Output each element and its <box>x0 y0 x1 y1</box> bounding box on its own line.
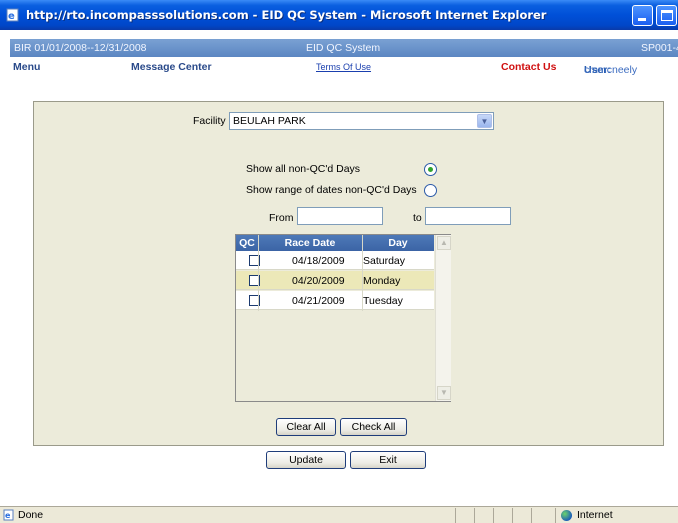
browser-status-bar: e Done Internet <box>0 506 678 523</box>
from-label: From <box>269 212 294 224</box>
column-divider <box>362 235 363 311</box>
terms-of-use-link[interactable]: Terms Of Use <box>316 62 371 72</box>
option-all-radio[interactable] <box>424 163 437 176</box>
column-header-day[interactable]: Day <box>362 237 434 249</box>
to-label: to <box>413 212 422 224</box>
to-date-input[interactable] <box>425 207 511 225</box>
column-header-race-date[interactable]: Race Date <box>258 237 362 249</box>
status-divider <box>493 508 494 523</box>
grid-scrollbar[interactable]: ▲ ▼ <box>435 235 451 401</box>
ie-page-icon: e <box>3 509 14 521</box>
user-name: cmmcneely <box>584 64 638 76</box>
window-title: http://rto.incompasssolutions.com - EID … <box>26 8 547 22</box>
message-center-link[interactable]: Message Center <box>131 61 212 73</box>
menu-link[interactable]: Menu <box>13 61 40 73</box>
status-divider <box>512 508 513 523</box>
exit-button[interactable]: Exit <box>350 451 426 469</box>
status-divider <box>555 508 556 523</box>
facility-value: BEULAH PARK <box>233 115 306 127</box>
day-cell: Monday <box>363 275 401 287</box>
race-date-cell: 04/20/2009 <box>292 275 345 287</box>
app-header-bar: BIR 01/01/2008--12/31/2008 EID QC System… <box>10 39 678 57</box>
update-button[interactable]: Update <box>266 451 346 469</box>
minimize-button[interactable] <box>632 5 653 26</box>
table-row[interactable]: 04/18/2009 Saturday <box>236 251 434 270</box>
race-days-grid: QC Race Date Day 04/18/2009 Saturday 04/… <box>235 234 451 402</box>
option-range-label: Show range of dates non-QC'd Days <box>246 184 417 196</box>
maximize-button[interactable] <box>656 5 677 26</box>
status-divider <box>474 508 475 523</box>
window-title-bar[interactable]: e http://rto.incompasssolutions.com - EI… <box>0 0 678 30</box>
status-divider <box>455 508 456 523</box>
table-row[interactable]: 04/20/2009 Monday <box>236 271 434 290</box>
system-name: EID QC System <box>306 42 381 54</box>
svg-text:e: e <box>5 511 11 520</box>
minimize-icon <box>638 18 646 21</box>
check-all-button[interactable]: Check All <box>340 418 407 436</box>
column-divider <box>258 235 259 311</box>
column-header-qc[interactable]: QC <box>236 237 258 249</box>
page-code: SP001-4 <box>641 42 678 54</box>
security-zone: Internet <box>577 509 613 521</box>
status-divider <box>531 508 532 523</box>
day-cell: Tuesday <box>363 295 403 307</box>
option-range-radio[interactable] <box>424 184 437 197</box>
facility-label: Facility <box>193 115 226 127</box>
season-date-range: BIR 01/01/2008--12/31/2008 <box>14 42 147 54</box>
from-date-input[interactable] <box>297 207 383 225</box>
day-cell: Saturday <box>363 255 406 267</box>
facility-select[interactable]: BEULAH PARK ▼ <box>229 112 494 130</box>
globe-icon <box>561 510 572 521</box>
top-menu: Menu Message Center Terms Of Use Contact… <box>10 58 678 76</box>
contact-us-link[interactable]: Contact Us <box>501 61 556 73</box>
clear-all-button[interactable]: Clear All <box>276 418 336 436</box>
chevron-down-icon[interactable]: ▼ <box>477 114 492 128</box>
scroll-up-icon[interactable]: ▲ <box>437 236 451 250</box>
status-text: Done <box>18 509 44 521</box>
maximize-icon <box>661 10 673 21</box>
option-all-label: Show all non-QC'd Days <box>246 163 361 175</box>
scroll-down-icon[interactable]: ▼ <box>437 386 451 400</box>
svg-text:e: e <box>8 11 15 22</box>
race-date-cell: 04/21/2009 <box>292 295 345 307</box>
race-date-cell: 04/18/2009 <box>292 255 345 267</box>
table-row[interactable]: 04/21/2009 Tuesday <box>236 291 434 310</box>
grid-header: QC Race Date Day <box>236 235 434 251</box>
ie-page-icon: e <box>6 8 19 22</box>
